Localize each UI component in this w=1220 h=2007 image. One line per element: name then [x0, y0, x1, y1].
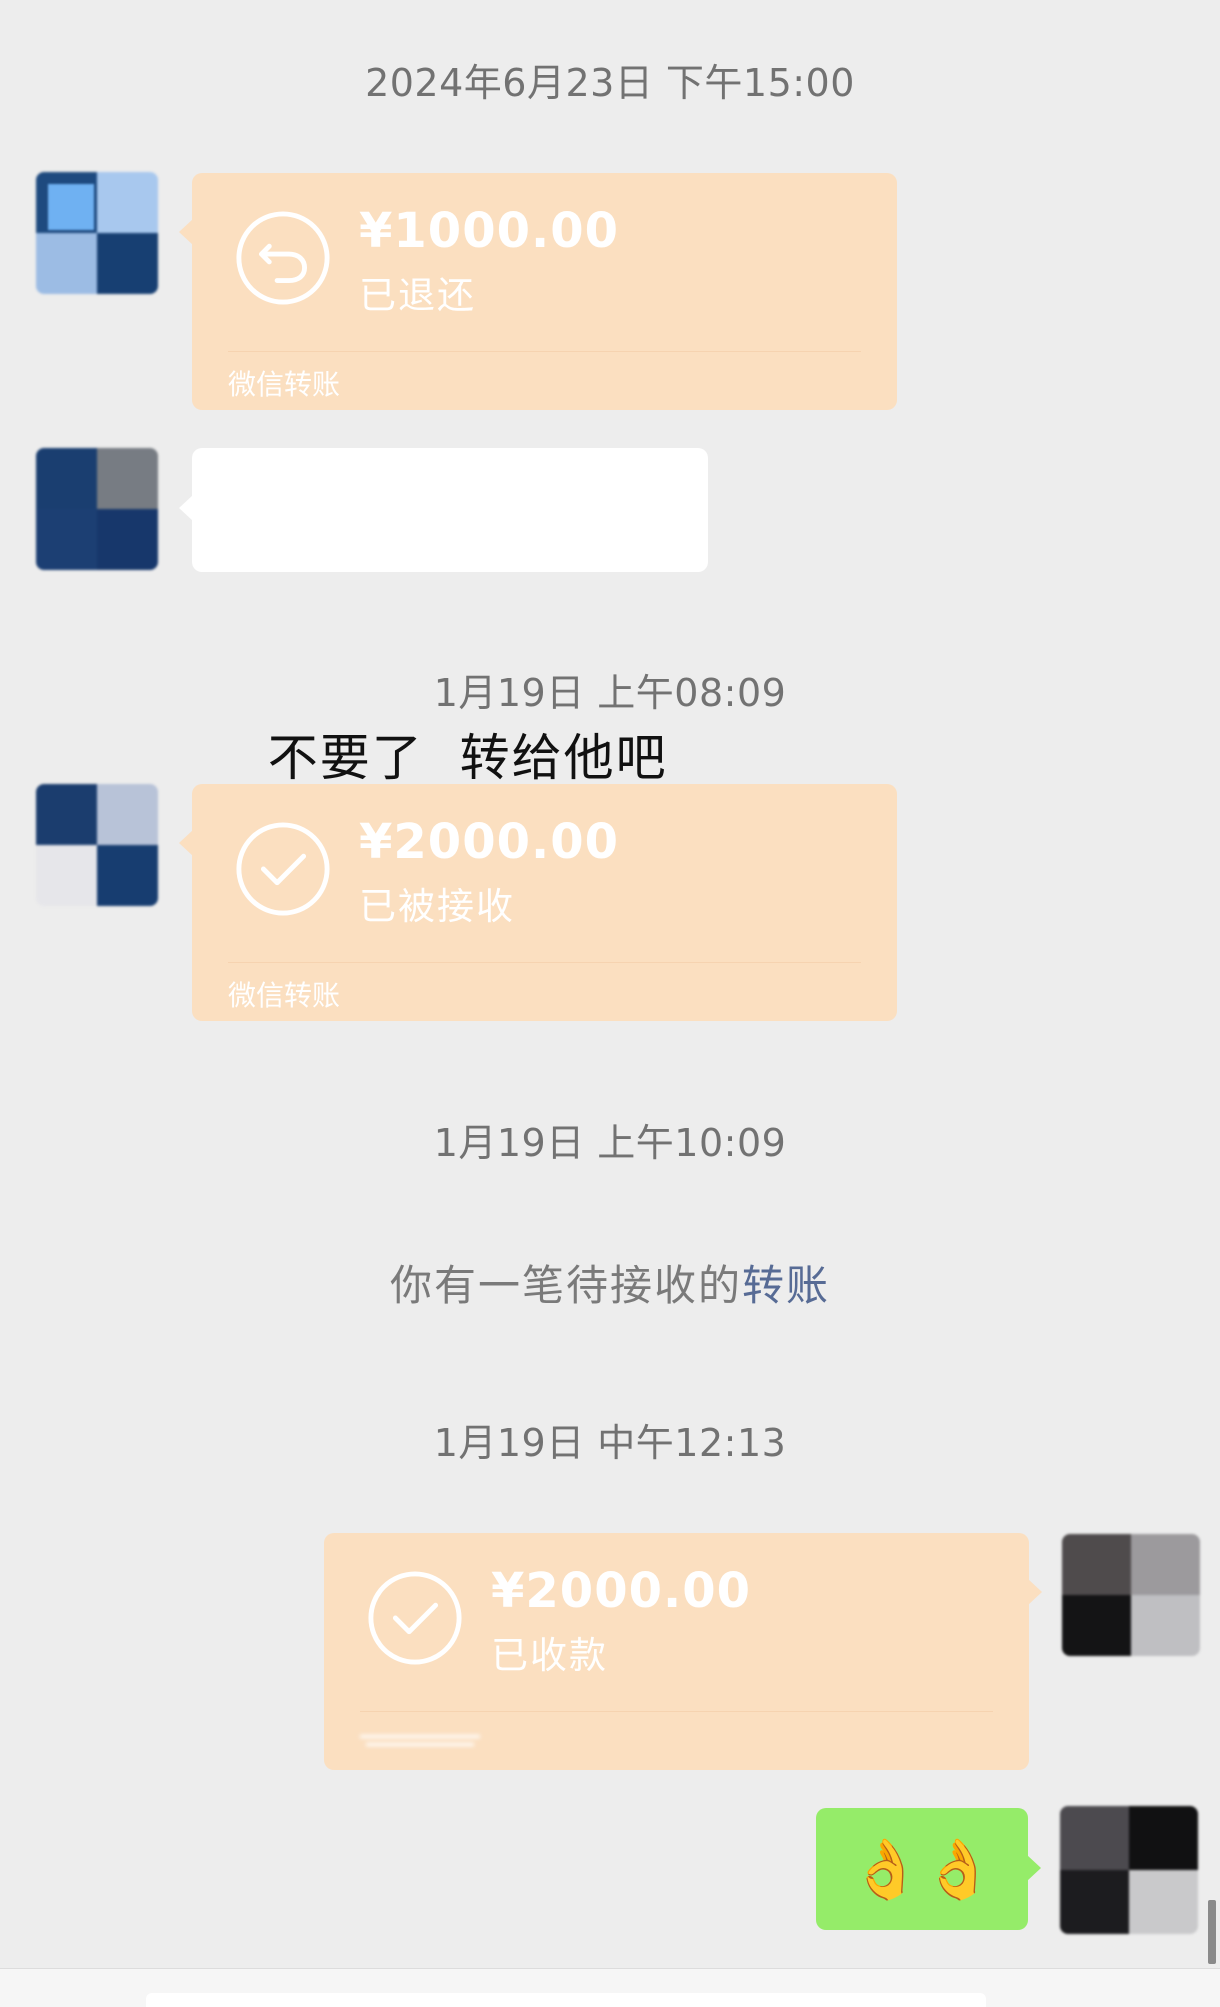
timestamp: 1月19日 中午12:13 — [433, 1421, 787, 1465]
bubble-tail — [179, 830, 193, 856]
avatar[interactable] — [1062, 1534, 1200, 1656]
timestamp: 1月19日 上午08:09 — [433, 671, 787, 715]
divider — [360, 1711, 993, 1712]
transfer-amount: ¥2000.00 — [491, 1563, 752, 1619]
message-input[interactable] — [146, 1993, 986, 2007]
bubble-tail — [179, 219, 193, 245]
transfer-amount: ¥2000.00 — [359, 814, 620, 870]
timestamp: 1月19日 上午10:09 — [433, 1121, 787, 1165]
divider — [228, 351, 861, 352]
transfer-card[interactable]: ¥1000.00 已退还 微信转账 — [179, 173, 897, 410]
avatar[interactable] — [36, 448, 158, 570]
message-bubble[interactable]: 不要了 转给他吧 — [179, 448, 708, 787]
transfer-status: 已退还 — [359, 274, 476, 317]
avatar[interactable] — [1060, 1806, 1198, 1934]
avatar-detail — [48, 184, 94, 230]
bubble-tail — [1027, 1855, 1041, 1881]
transfer-card[interactable]: ¥2000.00 已被接收 微信转账 — [179, 784, 897, 1021]
transfer-link[interactable]: 转账 — [742, 1261, 830, 1310]
transfer-card[interactable]: ¥2000.00 已收款 — [324, 1533, 1042, 1770]
avatar[interactable] — [36, 784, 158, 906]
blurred-label — [360, 1731, 485, 1753]
bubble-tail — [179, 495, 193, 521]
transfer-status: 已收款 — [491, 1634, 608, 1677]
transfer-status: 已被接收 — [359, 885, 515, 928]
divider — [228, 962, 861, 963]
transfer-amount: ¥1000.00 — [359, 203, 620, 259]
transfer-label: 微信转账 — [228, 368, 341, 401]
bubble-tail — [1028, 1579, 1042, 1605]
emoji-message: 👌👌 — [849, 1835, 995, 1903]
system-notice: 你有一笔待接收的转账 — [0, 1252, 1220, 1313]
scrollbar[interactable] — [1208, 1900, 1216, 1964]
transfer-label: 微信转账 — [228, 979, 341, 1012]
check-icon — [236, 822, 330, 916]
return-arrow-icon — [236, 211, 330, 305]
timestamp: 2024年6月23日 下午15:00 — [365, 61, 855, 105]
input-bar — [0, 1968, 1220, 2007]
notice-text: 你有一笔待接收的 — [389, 1261, 742, 1310]
message-bubble[interactable]: 👌👌 — [816, 1808, 1041, 1930]
check-icon — [368, 1571, 462, 1665]
message-text: 不要了 转给他吧 — [267, 729, 668, 787]
